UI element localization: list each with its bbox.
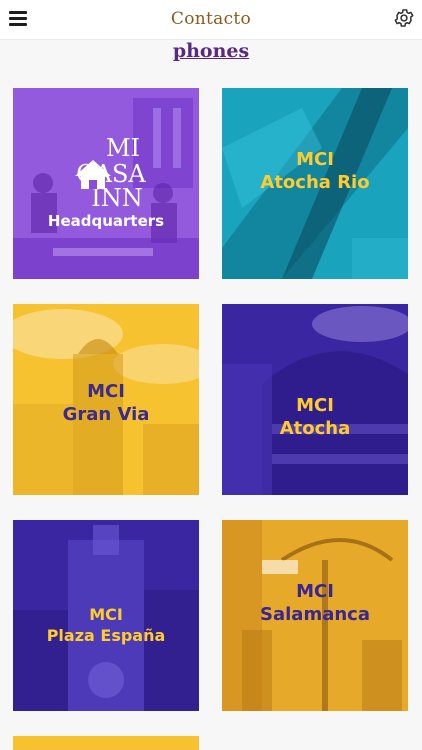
tile-label-line: Plaza España <box>46 626 166 645</box>
tile-label-line: Atocha Rio <box>260 172 370 193</box>
tile-label-line: MCI <box>87 381 125 402</box>
location-tile-gran-via[interactable]: MCI Gran Via <box>13 304 199 495</box>
location-tile-headquarters[interactable]: MI CASA INN Headquarters <box>13 88 199 279</box>
svg-text:MI: MI <box>106 134 140 162</box>
location-tile-salamanca[interactable]: MCI Salamanca <box>222 520 408 711</box>
location-tile-plaza-espana[interactable]: MCI Plaza España <box>13 520 199 711</box>
tile-label-line: MCI <box>296 395 334 416</box>
gear-icon[interactable] <box>393 7 415 29</box>
top-app-bar: Contacto <box>0 0 422 40</box>
tile-label: MCI Plaza España <box>13 604 199 646</box>
tile-label-line: MCI <box>296 581 334 602</box>
location-tile-atocha-rio[interactable]: MCI Atocha Rio <box>222 88 408 279</box>
mi-casa-inn-logo: MI CASA INN <box>75 134 146 208</box>
tile-label-line: Gran Via <box>62 404 150 425</box>
phones-link[interactable]: phones <box>0 40 422 62</box>
tile-label: MCI Atocha <box>222 394 408 440</box>
tile-label-line: Salamanca <box>260 604 370 625</box>
tile-label-line: MCI <box>296 149 334 170</box>
location-tile-partial[interactable] <box>13 736 199 750</box>
tile-label-headquarters: Headquarters <box>47 212 165 230</box>
contact-content: phones MI CASA INN Headquarters MCI Atoc… <box>0 40 422 750</box>
tile-label-line: MCI <box>89 605 123 624</box>
tile-label: MCI Salamanca <box>222 580 408 626</box>
page-title: Contacto <box>170 9 252 29</box>
location-tile-atocha[interactable]: MCI Atocha <box>222 304 408 495</box>
tile-label: MCI Gran Via <box>13 380 199 426</box>
tile-label-line: Atocha <box>279 418 351 439</box>
tile-label: MCI Atocha Rio <box>222 148 408 194</box>
